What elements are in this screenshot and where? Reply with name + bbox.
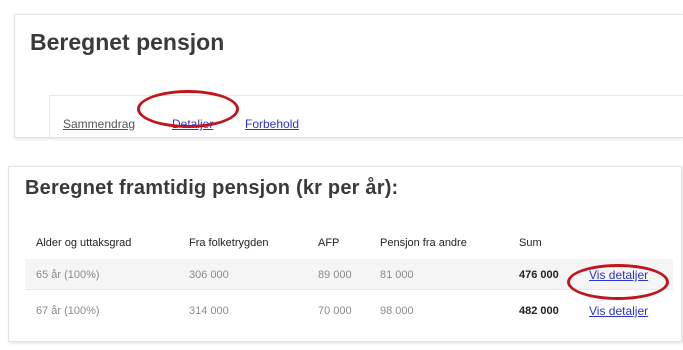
header-alder: Alder og uttaksgrad [36, 237, 132, 249]
header-afp: AFP [318, 237, 340, 249]
table-title: Beregnet framtidig pensjon (kr per år): [25, 177, 399, 199]
cell-age: 67 år (100%) [36, 305, 100, 317]
cell-sum: 476 000 [519, 269, 559, 281]
tab-divider [49, 95, 50, 137]
cell-sum: 482 000 [519, 305, 559, 317]
highlight-ring-tab [137, 90, 239, 128]
cell-folketrygd: 306 000 [189, 269, 229, 281]
tab-sammendrag[interactable]: Sammendrag [63, 117, 135, 131]
highlight-ring-link [567, 264, 669, 300]
cell-afp: 70 000 [318, 305, 352, 317]
summary-panel: Beregnet pensjon Sammendrag Detaljer For… [14, 14, 683, 138]
cell-andre: 81 000 [380, 269, 414, 281]
cell-afp: 89 000 [318, 269, 352, 281]
cell-andre: 98 000 [380, 305, 414, 317]
cell-age: 65 år (100%) [36, 269, 100, 281]
header-folketrygd: Fra folketrygden [189, 237, 269, 249]
pension-table-panel: Beregnet framtidig pensjon (kr per år): … [8, 166, 682, 342]
vis-detaljer-link[interactable]: Vis detaljer [589, 304, 648, 318]
cell-folketrygd: 314 000 [189, 305, 229, 317]
header-sum: Sum [519, 237, 542, 249]
page-title: Beregnet pensjon [30, 29, 225, 55]
tab-forbehold[interactable]: Forbehold [245, 117, 299, 131]
header-andre: Pensjon fra andre [380, 237, 467, 249]
